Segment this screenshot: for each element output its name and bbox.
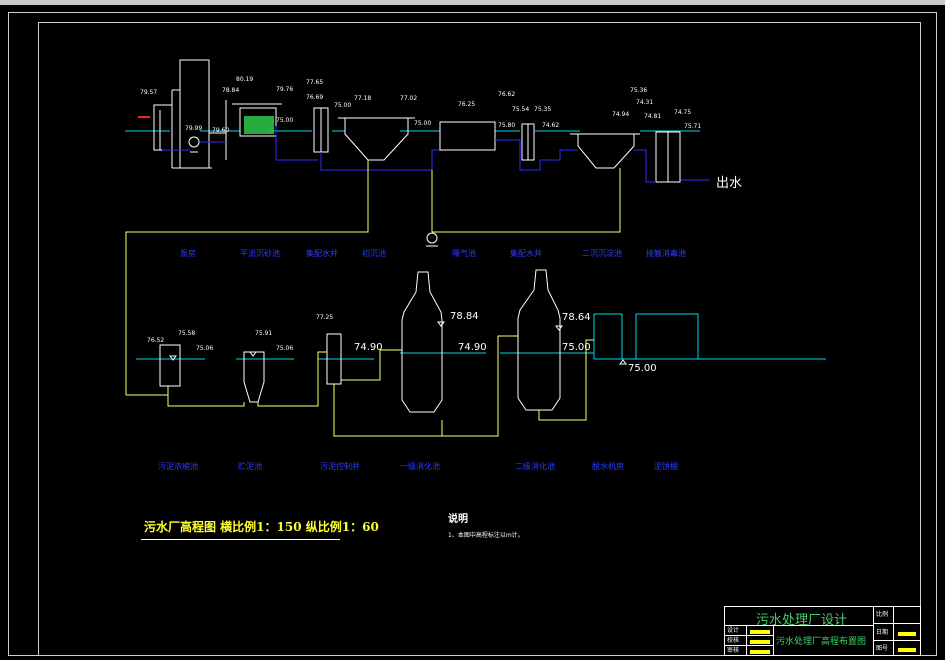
- bottom-elev-5: 75.06: [276, 345, 294, 352]
- aeration-tank: [439, 121, 496, 151]
- level-markers: [169, 321, 627, 365]
- return-pump: [426, 232, 438, 247]
- tb-row-review: 审核: [727, 647, 740, 654]
- title-block-sub: 污水处理厂高程布置图: [776, 637, 867, 647]
- elev-9: 76.69: [306, 94, 324, 101]
- elev-7: 75.00: [276, 117, 294, 124]
- tb-mark-1: [750, 630, 770, 634]
- contact-tank: [655, 131, 681, 183]
- elev-16: 75.80: [498, 122, 516, 129]
- bottom-big-elev-4: 78.64: [562, 312, 591, 323]
- sludge-return-line: [125, 160, 621, 396]
- top-label-8: 接触消毒池: [646, 249, 686, 258]
- tb-divider-h5: [873, 640, 921, 641]
- top-label-2: 平流沉砂池: [240, 249, 280, 258]
- elev-20: 75.36: [630, 87, 648, 94]
- dewatering-house: [593, 313, 623, 359]
- secondary-clarifier: [570, 133, 640, 169]
- tb-row-drawing-no: 图号: [876, 645, 889, 652]
- primary-clarifier: [338, 117, 415, 161]
- elev-21: 74.94: [612, 111, 630, 118]
- elev-8: 77.65: [306, 79, 324, 86]
- top-label-5: 曝气池: [452, 249, 476, 258]
- sludge-thickener: [159, 344, 181, 387]
- elev-4: 80.19: [236, 76, 254, 83]
- bottom-label-3: 污泥控制井: [320, 462, 360, 471]
- grit-fill: [244, 116, 274, 134]
- notes-text: 1、本图中高程标注以m计。: [448, 532, 524, 539]
- elev-19: 74.62: [542, 122, 560, 129]
- elev-15: 76.62: [498, 91, 516, 98]
- tb-row-date: 日期: [876, 629, 889, 636]
- elev-23: 74.81: [644, 113, 662, 120]
- bottom-elev-1: 76.52: [147, 337, 165, 344]
- tb-row-check: 校核: [727, 637, 740, 644]
- bottom-label-7: 泥饼棚: [654, 462, 678, 471]
- top-label-1: 泵房: [180, 249, 196, 258]
- cake-shed: [635, 313, 699, 359]
- distribution-well-1: [313, 107, 329, 153]
- top-label-6: 集配水井: [510, 249, 542, 258]
- elev-12: 77.02: [400, 95, 418, 102]
- elev-1: 79.57: [140, 89, 158, 96]
- tb-mark-5: [898, 648, 916, 652]
- secondary-digester: [517, 269, 561, 411]
- tb-mark-3: [750, 650, 770, 654]
- bottom-big-elev-5: 75.00: [562, 342, 591, 353]
- elev-22: 74.31: [636, 99, 654, 106]
- bottom-big-elev-1: 74.90: [354, 342, 383, 353]
- elev-6: 79.76: [276, 86, 294, 93]
- elev-17: 75.54: [512, 106, 530, 113]
- bottom-label-6: 脱水机房: [592, 462, 624, 471]
- tb-divider-v4: [893, 606, 894, 656]
- bottom-big-elev-6: 75.00: [628, 363, 657, 374]
- elev-5: 78.84: [222, 87, 240, 94]
- bottom-label-2: 贮泥池: [238, 462, 262, 471]
- tb-row-design: 设计: [727, 627, 740, 634]
- elev-10: 75.00: [334, 102, 352, 109]
- tb-row-scale: 比例: [876, 611, 889, 618]
- tb-divider-h3: [724, 645, 773, 646]
- top-label-7: 二沉沉淀池: [582, 249, 622, 258]
- tb-divider-h2: [724, 635, 773, 636]
- bottom-elev-3: 75.06: [196, 345, 214, 352]
- elev-14: 76.25: [458, 101, 476, 108]
- elev-25: 75.71: [684, 123, 702, 130]
- tb-mark-4: [898, 632, 916, 636]
- bottom-big-elev-2: 78.84: [450, 311, 479, 322]
- title-underline: [141, 539, 340, 540]
- bottom-big-elev-3: 74.90: [458, 342, 487, 353]
- elev-11: 77.18: [354, 95, 372, 102]
- elev-24: 74.75: [674, 109, 692, 116]
- tb-divider-v3: [773, 625, 774, 656]
- bottom-label-1: 污泥浓缩池: [158, 462, 198, 471]
- process-diagram: [125, 59, 826, 437]
- tb-divider-v2: [746, 625, 747, 656]
- drawing-title: 污水厂高程图 横比例1：150 纵比例1：60: [144, 520, 379, 534]
- bottom-elev-6: 77.25: [316, 314, 334, 321]
- top-label-3: 集配水井: [306, 249, 338, 258]
- pump-house: [153, 59, 227, 169]
- outlet-label: 出水: [716, 176, 743, 191]
- tb-mark-2: [750, 640, 770, 644]
- primary-digester: [401, 271, 443, 413]
- bottom-elev-4: 75.91: [255, 330, 273, 337]
- bottom-label-5: 二级消化池: [515, 462, 555, 471]
- elev-2: 79.99: [185, 125, 203, 132]
- title-block-main: 污水处理厂设计: [756, 613, 848, 628]
- elev-3: 79.60: [212, 127, 230, 134]
- bottom-water-levels: [136, 352, 826, 360]
- bottom-elev-2: 75.58: [178, 330, 196, 337]
- top-label-4: 初沉池: [362, 249, 386, 258]
- tb-divider-v1: [873, 606, 874, 656]
- notes-heading: 说明: [448, 514, 468, 525]
- elev-18: 75.35: [534, 106, 552, 113]
- tb-divider-h4: [873, 623, 921, 624]
- bottom-label-4: 一级消化池: [400, 462, 440, 471]
- distribution-well-2: [521, 123, 535, 161]
- elev-13: 75.00: [414, 120, 432, 127]
